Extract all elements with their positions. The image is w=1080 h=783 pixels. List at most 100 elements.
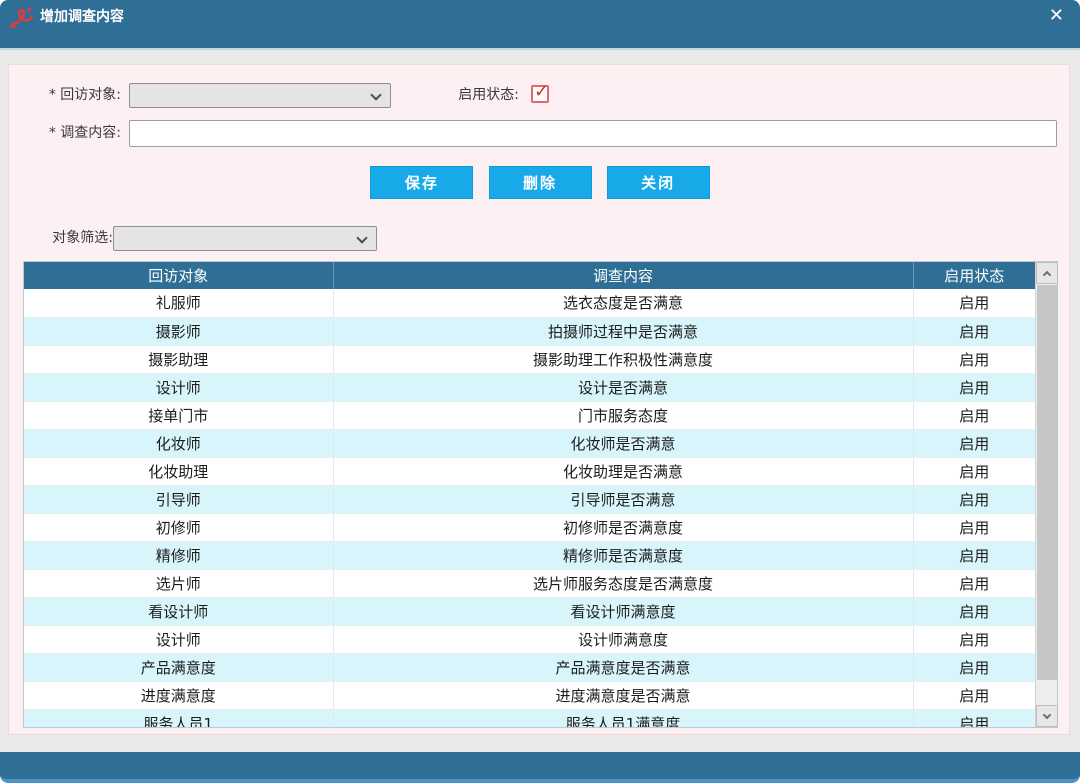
row-content: 化妆助理是否满意 [333, 457, 913, 485]
survey-content-label: * 调查内容: [21, 121, 121, 146]
row-status: 启用 [913, 513, 1035, 541]
survey-content-input[interactable] [129, 120, 1057, 147]
chevron-up-icon [1043, 271, 1051, 279]
table-row[interactable]: 初修师初修师是否满意度启用 [24, 513, 1035, 541]
table-body: 礼服师选衣态度是否满意启用摄影师拍摄师过程中是否满意启用摄影助理摄影助理工作积极… [24, 289, 1035, 727]
row-content: 初修师是否满意度 [333, 513, 913, 541]
scroll-down-button[interactable] [1036, 705, 1058, 727]
table-row[interactable]: 服务人员1服务人员1满意度启用 [24, 709, 1035, 727]
row-status: 启用 [913, 485, 1035, 513]
row-content: 设计是否满意 [333, 373, 913, 401]
row-target: 初修师 [24, 513, 333, 541]
table-row[interactable]: 设计师设计是否满意启用 [24, 373, 1035, 401]
row-status: 启用 [913, 541, 1035, 569]
row-target: 摄影师 [24, 317, 333, 345]
row-status: 启用 [913, 457, 1035, 485]
table-row[interactable]: 摄影助理摄影助理工作积极性满意度启用 [24, 345, 1035, 373]
table-row[interactable]: 产品满意度产品满意度是否满意启用 [24, 653, 1035, 681]
table-row[interactable]: 礼服师选衣态度是否满意启用 [24, 289, 1035, 317]
dialog-bottombar [0, 752, 1080, 783]
content-panel: * 回访对象: 启用状态: ✓ * 调查内容: 保存 删除 关闭 对象筛选: [8, 64, 1070, 735]
row-target: 引导师 [24, 485, 333, 513]
table-row[interactable]: 精修师精修师是否满意度启用 [24, 541, 1035, 569]
table-grid: 回访对象 调查内容 启用状态 礼服师选衣态度是否满意启用摄影师拍摄师过程中是否满… [24, 262, 1035, 727]
row-content: 门市服务态度 [333, 401, 913, 429]
table-row[interactable]: 选片师选片师服务态度是否满意度启用 [24, 569, 1035, 597]
table-row[interactable]: 设计师设计师满意度启用 [24, 625, 1035, 653]
row-target: 产品满意度 [24, 653, 333, 681]
row-content: 化妆师是否满意 [333, 429, 913, 457]
row-status: 启用 [913, 709, 1035, 727]
row-target: 化妆助理 [24, 457, 333, 485]
col-header-status: 启用状态 [913, 262, 1035, 289]
row-status: 启用 [913, 681, 1035, 709]
row-target: 选片师 [24, 569, 333, 597]
row-target: 摄影助理 [24, 345, 333, 373]
row-status: 启用 [913, 345, 1035, 373]
table-row[interactable]: 摄影师拍摄师过程中是否满意启用 [24, 317, 1035, 345]
chevron-down-icon [1043, 711, 1051, 719]
visit-target-select[interactable] [129, 83, 391, 108]
row-status: 启用 [913, 289, 1035, 317]
visit-target-label: * 回访对象: [21, 83, 121, 108]
row-content: 产品满意度是否满意 [333, 653, 913, 681]
dialog-titlebar: 增加调查内容 ✕ [0, 0, 1080, 48]
table-row[interactable]: 看设计师看设计师满意度启用 [24, 597, 1035, 625]
row-content: 选衣态度是否满意 [333, 289, 913, 317]
row-status: 启用 [913, 317, 1035, 345]
table-row[interactable]: 化妆师化妆师是否满意启用 [24, 429, 1035, 457]
row-status: 启用 [913, 625, 1035, 653]
titlebar-divider [0, 48, 1080, 50]
table-header-row: 回访对象 调查内容 启用状态 [24, 262, 1035, 289]
add-survey-dialog: 增加调查内容 ✕ * 回访对象: 启用状态: ✓ * 调查内容: 保存 删除 关… [0, 0, 1080, 783]
check-icon: ✓ [534, 81, 549, 102]
close-icon[interactable]: ✕ [1045, 5, 1068, 27]
row-target: 化妆师 [24, 429, 333, 457]
table-scrollbar[interactable] [1035, 262, 1057, 727]
row-content: 选片师服务态度是否满意度 [333, 569, 913, 597]
row-content: 摄影助理工作积极性满意度 [333, 345, 913, 373]
col-header-target: 回访对象 [24, 262, 333, 289]
filter-label: 对象筛选: [13, 226, 113, 251]
close-button[interactable]: 关闭 [607, 166, 710, 199]
row-status: 启用 [913, 373, 1035, 401]
table-row[interactable]: 接单门市门市服务态度启用 [24, 401, 1035, 429]
col-header-content: 调查内容 [333, 262, 913, 289]
row-status: 启用 [913, 597, 1035, 625]
row-status: 启用 [913, 569, 1035, 597]
row-content: 设计师满意度 [333, 625, 913, 653]
chevron-down-icon [370, 89, 381, 100]
row-status: 启用 [913, 653, 1035, 681]
chevron-down-icon [356, 232, 367, 243]
row-content: 拍摄师过程中是否满意 [333, 317, 913, 345]
row-status: 启用 [913, 429, 1035, 457]
row-target: 礼服师 [24, 289, 333, 317]
survey-table: 回访对象 调查内容 启用状态 礼服师选衣态度是否满意启用摄影师拍摄师过程中是否满… [23, 261, 1058, 728]
row-content: 引导师是否满意 [333, 485, 913, 513]
delete-button[interactable]: 删除 [489, 166, 592, 199]
row-content: 服务人员1满意度 [333, 709, 913, 727]
filter-select[interactable] [113, 226, 377, 251]
save-button[interactable]: 保存 [370, 166, 473, 199]
row-status: 启用 [913, 401, 1035, 429]
scroll-up-button[interactable] [1036, 262, 1058, 284]
dialog-title: 增加调查内容 [40, 5, 124, 29]
row-target: 进度满意度 [24, 681, 333, 709]
row-target: 设计师 [24, 373, 333, 401]
row-target: 设计师 [24, 625, 333, 653]
row-target: 看设计师 [24, 597, 333, 625]
row-target: 接单门市 [24, 401, 333, 429]
row-target: 精修师 [24, 541, 333, 569]
table-row[interactable]: 化妆助理化妆助理是否满意启用 [24, 457, 1035, 485]
row-content: 进度满意度是否满意 [333, 681, 913, 709]
row-content: 精修师是否满意度 [333, 541, 913, 569]
button-row: 保存 删除 关闭 [9, 166, 1071, 199]
table-row[interactable]: 引导师引导师是否满意启用 [24, 485, 1035, 513]
row-target: 服务人员1 [24, 709, 333, 727]
enable-status-checkbox[interactable]: ✓ [531, 85, 549, 103]
row-content: 看设计师满意度 [333, 597, 913, 625]
app-logo-icon [8, 5, 36, 31]
scrollbar-thumb[interactable] [1037, 285, 1057, 680]
table-row[interactable]: 进度满意度进度满意度是否满意启用 [24, 681, 1035, 709]
enable-status-label: 启用状态: [389, 83, 519, 108]
